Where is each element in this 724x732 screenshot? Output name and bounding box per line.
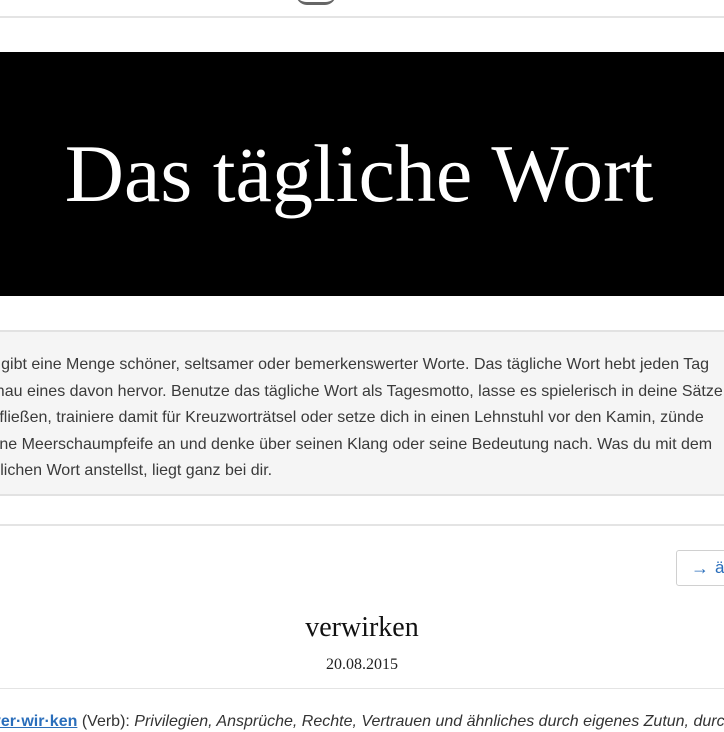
definition-text: Privilegien, Ansprüche, Rechte, Vertraue… xyxy=(134,713,724,730)
site-banner: Das tägliche Wort xyxy=(0,52,724,296)
logo-fragment xyxy=(296,0,336,5)
part-of-speech: (Verb): xyxy=(81,713,130,730)
intro-line: einfließen, trainiere damit für Kreuzwor… xyxy=(0,409,704,426)
site-title: Das tägliche Wort xyxy=(64,128,654,219)
top-navigation-strip xyxy=(0,0,724,18)
word-date: 20.08.2015 xyxy=(326,656,398,673)
word-definition: ver·wir·ken (Verb): Privilegien, Ansprüc… xyxy=(0,712,724,732)
intro-text: Es gibt eine Menge schöner, seltsamer od… xyxy=(0,352,724,485)
older-entry-label: äl xyxy=(715,558,724,577)
word-syllables-link[interactable]: ver·wir·ken xyxy=(0,713,77,730)
intro-box: Es gibt eine Menge schöner, seltsamer od… xyxy=(0,330,724,496)
older-entry-button[interactable]: → äl xyxy=(676,550,724,586)
intro-line: Es gibt eine Menge schöner, seltsamer od… xyxy=(0,356,710,373)
divider xyxy=(0,688,724,689)
intro-line: genau eines davon hervor. Benutze das tä… xyxy=(0,382,723,400)
word-title: verwirken xyxy=(305,612,419,643)
intro-line: täglichen Wort anstellst, liegt ganz bei… xyxy=(0,462,273,479)
arrow-right-icon: → xyxy=(691,557,709,578)
word-entry: → äl verwirken 20.08.2015 ver·wir·ken (V… xyxy=(0,524,724,730)
intro-line: deine Meerschaumpfeife an und denke über… xyxy=(0,435,713,453)
